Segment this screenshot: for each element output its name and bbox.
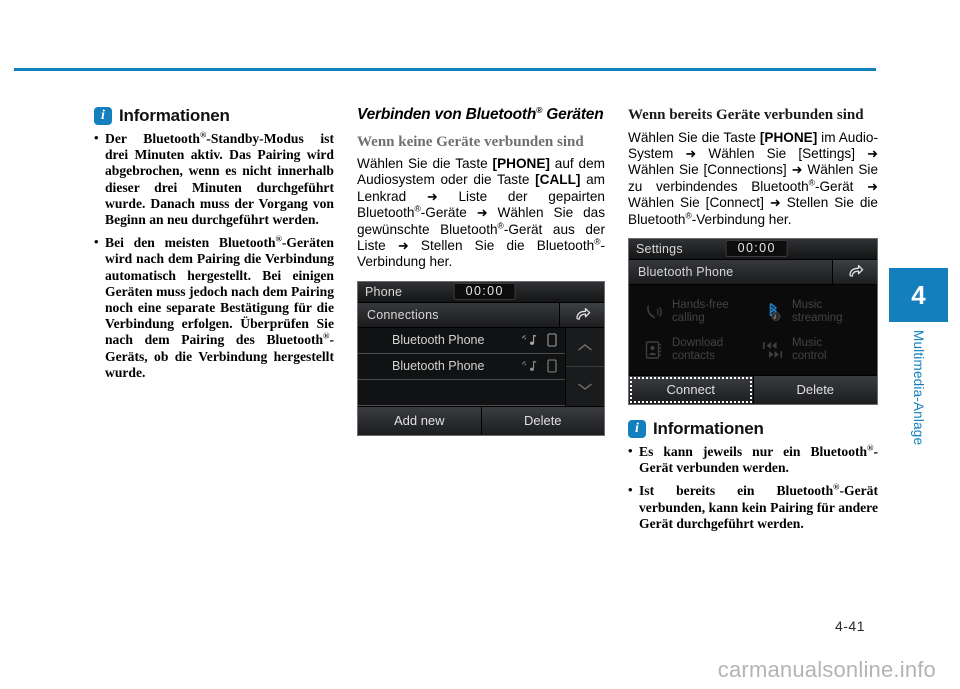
feature-label: Music streaming xyxy=(792,299,843,325)
info-icon: i xyxy=(94,107,112,125)
screen-title-bar: Connections xyxy=(358,302,604,328)
device-list-item[interactable]: Bluetooth Phone xyxy=(358,353,565,380)
back-arrow-icon xyxy=(575,308,590,321)
feature-label-line2: control xyxy=(792,349,827,362)
info-box-title: Informationen xyxy=(653,418,764,438)
back-button[interactable] xyxy=(832,259,877,284)
device-list-item[interactable]: Bluetooth Phone xyxy=(358,327,565,354)
status-title: Settings xyxy=(636,241,683,256)
feature-download-contacts: Download contacts xyxy=(633,331,753,369)
info-box-header: i Informationen xyxy=(94,106,334,126)
feature-handsfree-calling: Hands-free calling xyxy=(633,293,753,331)
delete-button[interactable]: Delete xyxy=(480,406,604,435)
download-contacts-icon xyxy=(641,338,665,362)
info-icon: i xyxy=(628,419,646,438)
back-button[interactable] xyxy=(559,302,604,327)
page-number: 4-41 xyxy=(834,618,866,634)
device-row-icons xyxy=(521,333,557,347)
screen-footer: Add new Delete xyxy=(358,405,604,435)
chevron-down-icon xyxy=(578,383,592,390)
scroll-down-button[interactable] xyxy=(566,367,604,406)
screen-status-bar: Settings 00:00 xyxy=(629,238,877,260)
status-title: Phone xyxy=(365,284,403,299)
feature-label: Hands-free calling xyxy=(672,299,729,325)
info-list-item: Der Bluetooth®-Standby-Modus ist drei Mi… xyxy=(94,130,334,228)
list-scrollbar[interactable] xyxy=(565,327,604,406)
screen-title: Bluetooth Phone xyxy=(629,259,832,284)
device-name: Bluetooth Phone xyxy=(392,359,485,374)
info-box-title: Informationen xyxy=(119,106,230,125)
feature-label: Download contacts xyxy=(672,337,723,363)
section-heading: Verbinden von Bluetooth® Geräten xyxy=(357,104,604,123)
device-row-icons xyxy=(521,359,557,373)
chapter-tab-label: Multimedia-Anlage xyxy=(889,330,948,470)
scroll-up-button[interactable] xyxy=(566,328,604,368)
info-list-item: Es kann jeweils nur ein Bluetooth®-Gerät… xyxy=(628,443,878,476)
bluetooth-phone-settings-screen: Settings 00:00 Bluetooth Phone Hands-fre… xyxy=(628,237,878,405)
back-arrow-icon xyxy=(848,265,863,278)
music-streaming-icon xyxy=(761,300,785,324)
add-new-button[interactable]: Add new xyxy=(358,406,481,435)
chevron-up-icon xyxy=(578,343,592,351)
status-clock: 00:00 xyxy=(725,240,788,258)
chapter-tab-number: 4 xyxy=(889,268,948,322)
info-box-list: Es kann jeweils nur ein Bluetooth®-Gerät… xyxy=(628,443,878,532)
feature-label-line1: Music xyxy=(792,298,823,311)
device-list: Bluetooth Phone Bluetooth Phone xyxy=(358,327,565,406)
music-control-icon xyxy=(761,338,785,362)
feature-label-line1: Hands-free xyxy=(672,298,729,311)
connect-button[interactable]: Connect xyxy=(629,375,753,404)
column-right: Wenn bereits Geräte verbunden sind Wähle… xyxy=(628,106,878,532)
info-list-item: Bei den meisten Bluetooth®-Geräten wird … xyxy=(94,234,334,381)
delete-button[interactable]: Delete xyxy=(752,375,877,404)
connections-screen: Phone 00:00 Connections Bluetooth Phone xyxy=(357,280,605,436)
handsfree-calling-icon xyxy=(641,300,665,324)
info-list-item: Ist bereits ein Bluetooth®-Gerät verbund… xyxy=(628,482,878,532)
header-rule xyxy=(14,68,876,71)
section-body: Wählen Sie die Taste [PHONE] im Audio-Sy… xyxy=(628,129,878,227)
chapter-tab-label-text: Multimedia-Anlage xyxy=(911,330,926,446)
info-box-header: i Informationen xyxy=(628,419,878,439)
info-box-right: i Informationen Es kann jeweils nur ein … xyxy=(628,419,878,532)
device-list-item-empty[interactable] xyxy=(358,379,565,406)
feature-label-line2: contacts xyxy=(672,349,715,362)
feature-label-line1: Music xyxy=(792,336,823,349)
feature-label-line1: Download xyxy=(672,336,724,349)
info-box-left: i Informationen Der Bluetooth®-Standby-M… xyxy=(94,106,334,381)
column-left: i Informationen Der Bluetooth®-Standby-M… xyxy=(94,106,334,381)
phone-device-icon xyxy=(547,333,557,347)
watermark: carmanualsonline.info xyxy=(717,657,936,682)
screen-footer: Connect Delete xyxy=(629,374,877,404)
feature-music-control: Music control xyxy=(753,331,873,369)
screen-title: Connections xyxy=(358,302,559,327)
feature-label: Music control xyxy=(792,337,827,363)
feature-grid: Hands-free calling Music streaming Downl… xyxy=(629,284,877,375)
device-name: Bluetooth Phone xyxy=(392,333,485,348)
section-subheading: Wenn bereits Geräte verbunden sind xyxy=(628,107,864,123)
status-clock: 00:00 xyxy=(453,283,516,301)
section-subheading: Wenn keine Geräte verbunden sind xyxy=(357,134,584,150)
section-body: Wählen Sie die Taste [PHONE] auf dem Aud… xyxy=(357,156,605,270)
feature-label-line2: calling xyxy=(672,311,705,324)
phone-device-icon xyxy=(547,359,557,373)
music-streaming-icon xyxy=(522,360,537,371)
screen-title-bar: Bluetooth Phone xyxy=(629,259,877,285)
feature-label-line2: streaming xyxy=(792,311,843,324)
column-middle: Verbinden von Bluetooth® Geräten Wenn ke… xyxy=(357,106,605,436)
music-streaming-icon xyxy=(522,334,537,345)
screen-body: Bluetooth Phone Bluetooth Phone xyxy=(358,327,604,406)
info-box-list: Der Bluetooth®-Standby-Modus ist drei Mi… xyxy=(94,130,334,381)
feature-music-streaming: Music streaming xyxy=(753,293,873,331)
screen-status-bar: Phone 00:00 xyxy=(358,281,604,303)
